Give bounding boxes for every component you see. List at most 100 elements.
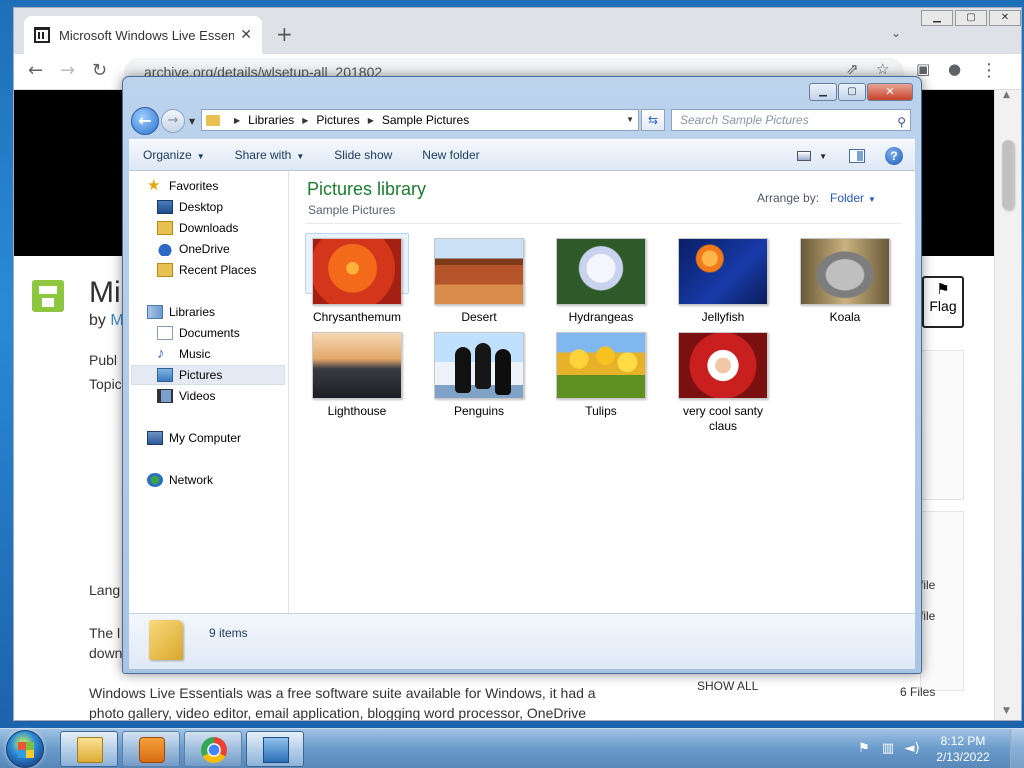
- browser-menu-icon[interactable]: ⋮: [980, 60, 998, 81]
- change-view-icon[interactable]: [797, 151, 812, 161]
- computer-icon: [147, 431, 163, 445]
- details-pane: 9 items: [129, 613, 915, 669]
- profile-icon[interactable]: ●: [948, 60, 961, 78]
- close-button[interactable]: ✕: [867, 83, 913, 101]
- search-icon[interactable]: ⚲: [897, 112, 906, 132]
- arrange-by-dropdown[interactable]: Folder ▼: [830, 191, 876, 205]
- chevron-down-icon: ▼: [868, 195, 876, 204]
- libraries-icon: [147, 305, 163, 319]
- topics-label: Topic: [89, 376, 122, 392]
- clock[interactable]: 8:12 PM 2/13/2022: [928, 733, 998, 765]
- browser-restore-icon[interactable]: ▢: [955, 10, 987, 26]
- side-panel-icon[interactable]: ▣: [916, 60, 930, 78]
- show-desktop-button[interactable]: [1010, 729, 1024, 768]
- address-history-chevron-icon[interactable]: ▼: [626, 115, 634, 124]
- nav-documents[interactable]: Documents: [157, 323, 240, 343]
- nav-favorites[interactable]: ★ Favorites: [147, 176, 218, 196]
- scroll-down-icon[interactable]: ▼: [1003, 706, 1010, 716]
- show-all-link[interactable]: SHOW ALL: [697, 679, 758, 693]
- nav-onedrive[interactable]: OneDrive: [157, 239, 230, 259]
- browser-tab[interactable]: Microsoft Windows Live Essentials ✕: [24, 16, 262, 54]
- taskbar-explorer-button[interactable]: [60, 731, 118, 767]
- organize-button[interactable]: Organize ▼: [129, 148, 221, 162]
- help-icon[interactable]: ?: [885, 147, 903, 165]
- action-center-flag-icon[interactable]: ⚑: [856, 741, 872, 757]
- breadcrumb-separator-icon[interactable]: ▶: [368, 116, 374, 125]
- volume-icon[interactable]: ◄): [904, 741, 920, 757]
- breadcrumb-sample-pictures[interactable]: Sample Pictures: [382, 113, 469, 127]
- network-status-icon[interactable]: ▥: [880, 741, 896, 757]
- tulips-thumbnail: [556, 332, 646, 399]
- file-tile-santa[interactable]: very cool santy claus: [671, 328, 775, 434]
- nav-desktop[interactable]: Desktop: [157, 197, 223, 217]
- nav-videos[interactable]: Videos: [157, 386, 215, 406]
- flag-label: Flag: [929, 298, 957, 314]
- download-file-label-1[interactable]: file: [920, 578, 935, 592]
- arrange-by-label: Arrange by:: [757, 191, 820, 205]
- organize-label: Organize: [143, 148, 192, 162]
- share-with-button[interactable]: Share with ▼: [221, 148, 321, 162]
- search-input[interactable]: Search Sample Pictures ⚲: [671, 109, 911, 131]
- new-folder-button[interactable]: New folder: [408, 148, 495, 162]
- file-tile-jellyfish[interactable]: Jellyfish: [671, 234, 775, 325]
- page-scrollbar[interactable]: ▲ ▼: [994, 90, 1021, 720]
- view-options-chevron-icon[interactable]: ▼: [819, 152, 827, 161]
- nav-my-computer[interactable]: My Computer: [147, 428, 241, 448]
- downloads-icon: [157, 221, 173, 235]
- nav-recent-places[interactable]: Recent Places: [157, 260, 256, 280]
- scrollbar-thumb[interactable]: [1002, 140, 1014, 210]
- back-arrow-icon[interactable]: ←: [28, 60, 43, 81]
- start-button[interactable]: [6, 730, 44, 768]
- clock-time: 8:12 PM: [940, 734, 986, 748]
- slide-show-button[interactable]: Slide show: [320, 148, 408, 162]
- file-tile-tulips[interactable]: Tulips: [549, 328, 653, 419]
- library-title: Pictures library: [307, 179, 427, 199]
- share-with-label: Share with: [234, 148, 292, 162]
- nav-music[interactable]: ♪ Music: [157, 344, 210, 364]
- desktop-icon: [157, 200, 173, 214]
- taskbar-chrome-button[interactable]: [184, 731, 242, 767]
- file-tile-penguins[interactable]: Penguins: [427, 328, 531, 419]
- browser-close-icon[interactable]: ✕: [989, 10, 1021, 26]
- reload-icon[interactable]: ↻: [92, 60, 107, 81]
- forward-arrow-icon[interactable]: →: [60, 60, 75, 81]
- file-tile-desert[interactable]: Desert: [427, 234, 531, 325]
- new-tab-icon[interactable]: +: [276, 24, 293, 44]
- forward-button[interactable]: →: [161, 109, 185, 133]
- file-tile-lighthouse[interactable]: Lighthouse: [305, 328, 409, 419]
- scroll-up-icon[interactable]: ▲: [1003, 90, 1010, 100]
- download-file-label-2[interactable]: file: [920, 609, 935, 623]
- file-tile-hydrangeas[interactable]: Hydrangeas: [549, 234, 653, 325]
- media-player-icon: [139, 737, 165, 763]
- file-tile-chrysanthemum[interactable]: Chrysanthemum: [305, 233, 409, 324]
- files-count: 6 Files: [900, 685, 936, 699]
- file-name: Chrysanthemum: [312, 310, 402, 324]
- explorer-address-bar[interactable]: ▶ Libraries ▶ Pictures ▶ Sample Pictures…: [201, 109, 639, 131]
- recent-pages-chevron-icon[interactable]: ▼: [189, 117, 195, 126]
- taskbar-media-player-button[interactable]: [122, 731, 180, 767]
- santa-thumbnail: [678, 332, 768, 399]
- nav-network[interactable]: Network: [147, 470, 213, 490]
- nav-pictures[interactable]: Pictures: [131, 365, 285, 385]
- file-name: Jellyfish: [701, 310, 745, 324]
- minimize-button[interactable]: ▁: [809, 83, 837, 101]
- breadcrumb-pictures[interactable]: Pictures: [316, 113, 359, 127]
- flag-button[interactable]: ⚑ Flag: [922, 276, 964, 328]
- refresh-button[interactable]: ⇆: [641, 109, 665, 131]
- nav-onedrive-label: OneDrive: [179, 242, 230, 256]
- tab-close-icon[interactable]: ✕: [240, 27, 252, 43]
- browser-minimize-icon[interactable]: ▁: [921, 10, 953, 26]
- nav-downloads[interactable]: Downloads: [157, 218, 238, 238]
- back-button[interactable]: ←: [131, 107, 159, 135]
- maximize-button[interactable]: ▢: [838, 83, 866, 101]
- side-panel-card: [920, 350, 964, 500]
- page-byline: by M: [89, 312, 124, 330]
- nav-libraries[interactable]: Libraries: [147, 302, 215, 322]
- file-tile-koala[interactable]: Koala: [793, 234, 897, 325]
- breadcrumb-libraries[interactable]: Libraries: [248, 113, 294, 127]
- preview-pane-icon[interactable]: [849, 149, 865, 163]
- taskbar-explorer-window-button[interactable]: [246, 731, 304, 767]
- breadcrumb-separator-icon[interactable]: ▶: [302, 116, 308, 125]
- tab-search-chevron-icon[interactable]: ⌄: [891, 26, 901, 40]
- breadcrumb-separator-icon[interactable]: ▶: [234, 116, 240, 125]
